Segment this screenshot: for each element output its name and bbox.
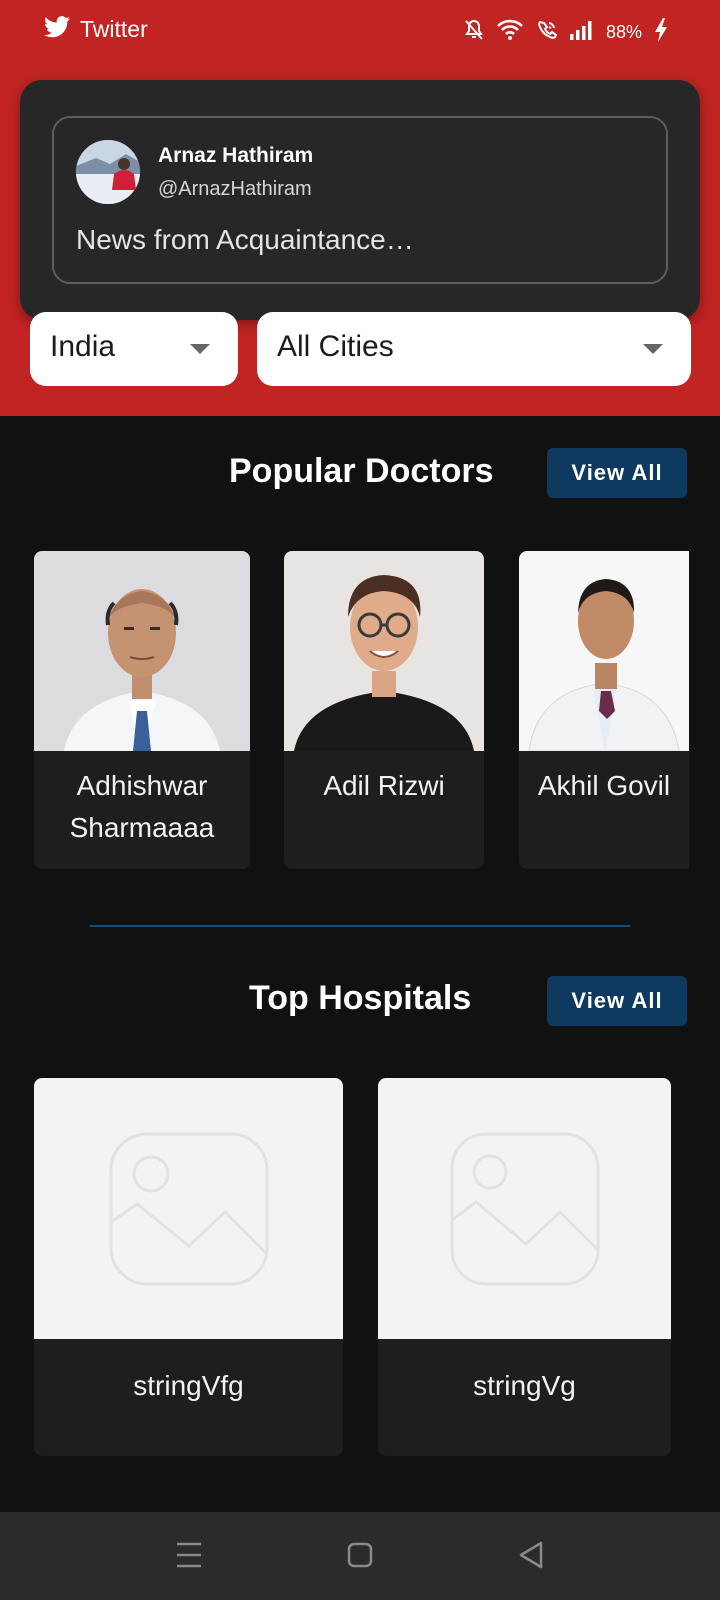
image-placeholder <box>378 1078 671 1339</box>
status-bar: Twitter 88% <box>0 0 720 64</box>
image-placeholder-icon <box>450 1132 599 1285</box>
status-notification-source: Twitter <box>44 16 148 43</box>
image-placeholder-icon <box>109 1132 268 1285</box>
hospitals-view-all-button[interactable]: View All <box>547 976 687 1026</box>
signal-icon <box>569 20 594 45</box>
notification-popup[interactable]: Arnaz Hathiram @ArnazHathiram News from … <box>20 80 700 320</box>
notification-sender-name: Arnaz Hathiram <box>158 144 314 167</box>
doctor-name: Akhil Govil <box>537 770 671 801</box>
app-screen: Twitter 88% Arnaz Hathiram @ArnazHathira… <box>0 0 720 1600</box>
doctor-name: Adil Rizwi <box>323 770 445 801</box>
popular-doctors-title: Popular Doctors <box>229 452 494 490</box>
doctor-photo <box>34 551 250 751</box>
hospital-name: stringVfg <box>133 1370 244 1401</box>
twitter-bird-icon <box>44 16 70 43</box>
hospital-card[interactable]: stringVg <box>378 1078 671 1456</box>
notification-message: News from Acquaintance… <box>76 224 414 255</box>
section-divider <box>90 925 630 927</box>
hospital-card[interactable]: stringVfg <box>34 1078 343 1456</box>
image-placeholder <box>34 1078 343 1339</box>
battery-percent: 88% <box>605 22 642 42</box>
doctor-card[interactable]: Akhil Govil <box>519 551 689 869</box>
top-hospitals-title: Top Hospitals <box>249 979 472 1017</box>
doctor-photo <box>284 551 484 751</box>
country-dropdown[interactable]: India <box>30 312 238 386</box>
notification-sender-handle: @ArnazHathiram <box>158 178 312 200</box>
wifi-calling-icon <box>536 19 558 46</box>
doctor-name: Adhishwar Sharmaaaa <box>69 770 215 843</box>
charging-bolt-icon <box>654 18 668 47</box>
city-dropdown[interactable]: All Cities <box>257 312 691 386</box>
wifi-icon <box>496 19 524 46</box>
doctors-view-all-button[interactable]: View All <box>547 448 687 498</box>
notification-tweet-card[interactable]: Arnaz Hathiram @ArnazHathiram News from … <box>52 116 668 284</box>
dropdown-arrow-icon <box>643 344 663 354</box>
hospital-name: stringVg <box>473 1370 576 1401</box>
doctor-card[interactable]: Adhishwar Sharmaaaa <box>34 551 250 869</box>
city-dropdown-value: All Cities <box>277 330 394 363</box>
status-app-name: Twitter <box>80 16 148 42</box>
dropdown-arrow-icon <box>190 344 210 354</box>
doctor-card[interactable]: Adil Rizwi <box>284 551 484 869</box>
back-icon[interactable] <box>518 1540 544 1575</box>
menu-icon[interactable] <box>176 1540 202 1575</box>
home-icon[interactable] <box>347 1540 373 1575</box>
bell-muted-icon <box>464 19 484 46</box>
country-dropdown-value: India <box>50 330 116 363</box>
status-icons: 88% <box>464 18 668 47</box>
avatar <box>76 140 140 204</box>
system-navigation-bar <box>0 1512 720 1600</box>
doctor-photo <box>519 551 689 751</box>
